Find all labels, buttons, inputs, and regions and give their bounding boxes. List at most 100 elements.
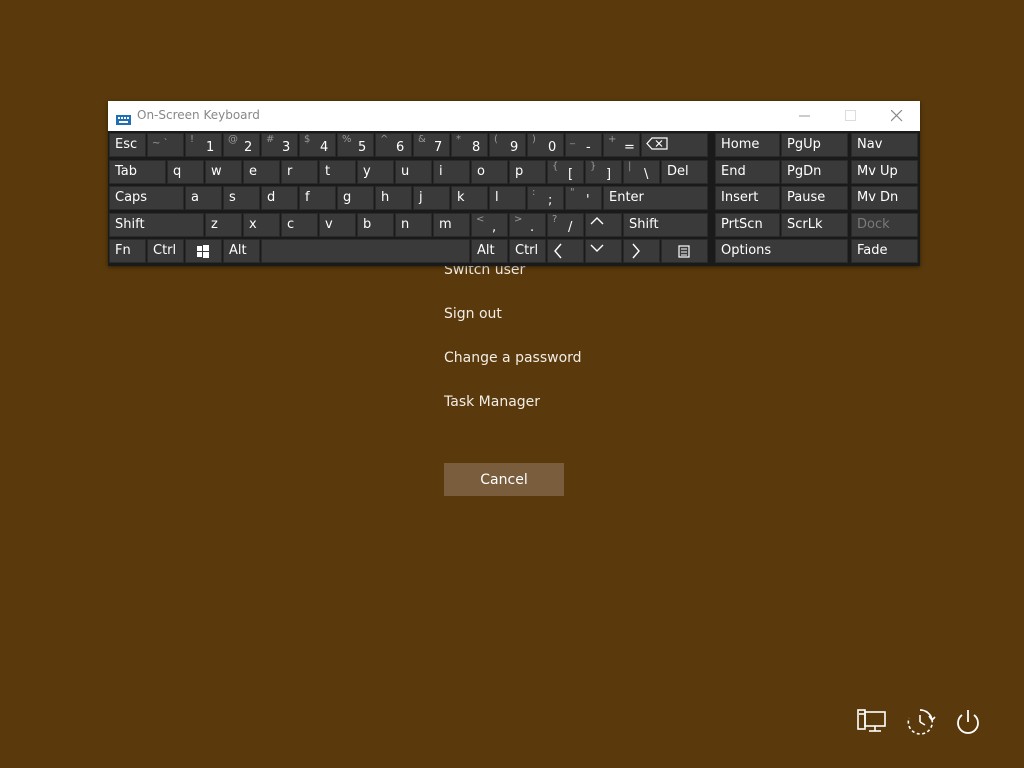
osk-title-bar[interactable]: On-Screen Keyboard — [108, 101, 920, 131]
key-ctrl[interactable]: Ctrl — [147, 239, 184, 263]
key-del[interactable]: Del — [661, 159, 708, 184]
key-7[interactable]: & 7 — [413, 133, 450, 157]
key-mv-up[interactable]: Mv Up — [851, 159, 918, 184]
key-a[interactable]: a — [185, 186, 222, 210]
key-sym[interactable]: >. — [509, 212, 546, 237]
power-icon[interactable] — [952, 706, 984, 738]
key-options[interactable]: Options — [715, 239, 848, 263]
key-home[interactable]: Home — [715, 133, 780, 157]
key-9[interactable]: (9 — [489, 133, 526, 157]
key-label: PgDn — [787, 163, 822, 179]
key-w[interactable]: w — [205, 159, 242, 184]
key-sym[interactable]: {[ — [547, 159, 584, 184]
change-password-link[interactable]: Change a password — [444, 350, 582, 366]
key-3[interactable]: #3 — [261, 133, 298, 157]
key-f[interactable]: f — [299, 186, 336, 210]
key-o[interactable]: o — [471, 159, 508, 184]
key-sym[interactable]: :; — [527, 186, 564, 210]
key-sym[interactable]: | \ — [623, 159, 660, 184]
key-pause[interactable]: Pause — [781, 186, 848, 210]
arrow-down-key[interactable] — [585, 239, 622, 263]
key-shift[interactable]: Shift — [109, 212, 204, 237]
menu-key-icon — [662, 240, 708, 266]
key-5[interactable]: % 5 — [337, 133, 374, 157]
key-dock[interactable]: Dock — [851, 212, 918, 237]
key-0[interactable]: ) 0 — [527, 133, 564, 157]
key-t[interactable]: t — [319, 159, 356, 184]
key-alt[interactable]: Alt — [471, 239, 508, 263]
key-u[interactable]: u — [395, 159, 432, 184]
key-r[interactable]: r — [281, 159, 318, 184]
key-8[interactable]: * 8 — [451, 133, 488, 157]
key-mv-dn[interactable]: Mv Dn — [851, 186, 918, 210]
backspace-key[interactable] — [641, 133, 708, 157]
key-2[interactable]: @2 — [223, 133, 260, 157]
key-y[interactable]: y — [357, 159, 394, 184]
key-sym[interactable]: <, — [471, 212, 508, 237]
space-key[interactable] — [261, 239, 470, 263]
key-6[interactable]: ^ 6 — [375, 133, 412, 157]
key-c[interactable]: c — [281, 212, 318, 237]
sign-out-link[interactable]: Sign out — [444, 306, 502, 322]
key-fn[interactable]: Fn — [109, 239, 146, 263]
menu-key-key[interactable] — [661, 239, 708, 263]
windows-logo-key[interactable] — [185, 239, 222, 263]
key-tab[interactable]: Tab — [109, 159, 166, 184]
key-sym[interactable]: _ - — [565, 133, 602, 157]
key-z[interactable]: z — [205, 212, 242, 237]
key-label: . — [530, 219, 535, 235]
key-prtscn[interactable]: PrtScn — [715, 212, 780, 237]
key-backtick[interactable]: ~ ` — [147, 133, 184, 157]
key-p[interactable]: p — [509, 159, 546, 184]
key-nav[interactable]: Nav — [851, 133, 918, 157]
key-j[interactable]: j — [413, 186, 450, 210]
key-k[interactable]: k — [451, 186, 488, 210]
key-1[interactable]: ! 1 — [185, 133, 222, 157]
key-x[interactable]: x — [243, 212, 280, 237]
key-alt[interactable]: Alt — [223, 239, 260, 263]
key-caps[interactable]: Caps — [109, 186, 184, 210]
key-sym[interactable]: " ' — [565, 186, 602, 210]
maximize-icon — [845, 110, 856, 121]
key-v[interactable]: v — [319, 212, 356, 237]
key-enter[interactable]: Enter — [603, 186, 708, 210]
key-ctrl[interactable]: Ctrl — [509, 239, 546, 263]
key-d[interactable]: d — [261, 186, 298, 210]
network-icon[interactable] — [856, 706, 888, 738]
key-n[interactable]: n — [395, 212, 432, 237]
key-i[interactable]: i — [433, 159, 470, 184]
arrow-right-key[interactable] — [623, 239, 660, 263]
task-manager-link[interactable]: Task Manager — [444, 394, 540, 410]
key-label: PgUp — [787, 137, 821, 152]
key-sym[interactable]: ? / — [547, 212, 584, 237]
minimize-button[interactable] — [782, 101, 828, 131]
key-label: Del — [667, 163, 689, 179]
arrow-up-key[interactable] — [585, 212, 622, 237]
close-button[interactable] — [874, 101, 920, 131]
key-pgup[interactable]: PgUp — [781, 133, 848, 157]
key-sym[interactable]: }] — [585, 159, 622, 184]
key-4[interactable]: $4 — [299, 133, 336, 157]
key-pgdn[interactable]: PgDn — [781, 159, 848, 184]
on-screen-keyboard-window[interactable]: On-Screen Keyboard Esc ~ `! 1 @2 #3 $4% 5 ^ 6 & 7 *… — [108, 101, 920, 266]
key-scrlk[interactable]: ScrLk — [781, 212, 848, 237]
key-end[interactable]: End — [715, 159, 780, 184]
key-l[interactable]: l — [489, 186, 526, 210]
key-sym[interactable]: + = — [603, 133, 640, 157]
key-label: b — [363, 216, 372, 232]
key-q[interactable]: q — [167, 159, 204, 184]
key-h[interactable]: h — [375, 186, 412, 210]
key-m[interactable]: m — [433, 212, 470, 237]
key-esc[interactable]: Esc — [109, 133, 146, 157]
key-insert[interactable]: Insert — [715, 186, 780, 210]
key-fade[interactable]: Fade — [851, 239, 918, 263]
key-shift[interactable]: Shift — [623, 212, 708, 237]
key-b[interactable]: b — [357, 212, 394, 237]
maximize-button[interactable] — [828, 101, 874, 131]
arrow-left-key[interactable] — [547, 239, 584, 263]
key-s[interactable]: s — [223, 186, 260, 210]
key-e[interactable]: e — [243, 159, 280, 184]
cancel-button[interactable]: Cancel — [444, 463, 564, 496]
key-g[interactable]: g — [337, 186, 374, 210]
accessibility-icon[interactable] — [904, 706, 936, 738]
